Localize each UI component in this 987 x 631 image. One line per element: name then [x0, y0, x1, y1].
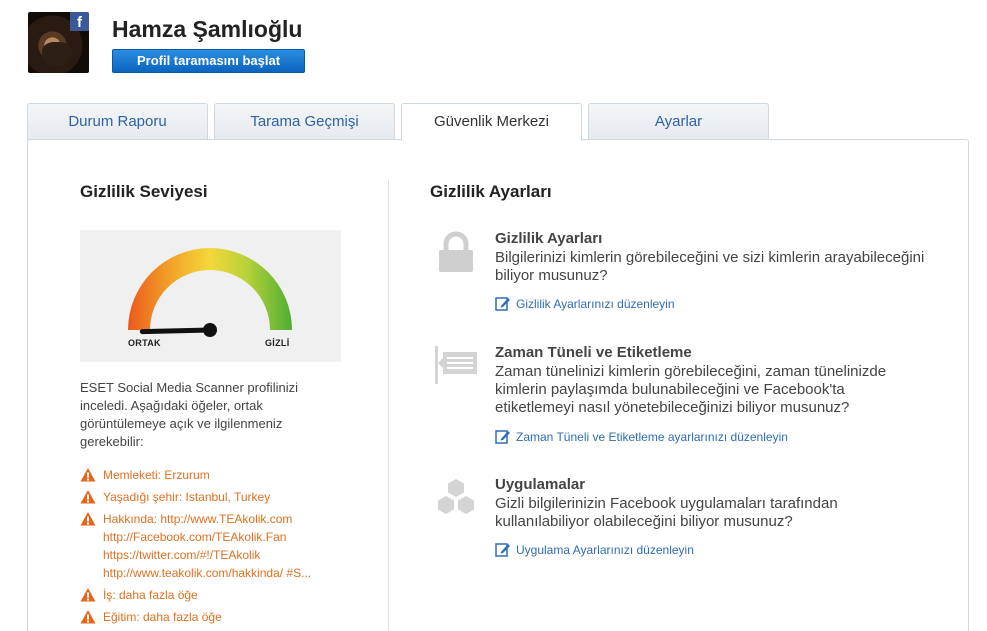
apps-hexagon-icon: [438, 479, 474, 514]
warning-item: Yaşadığı şehir: Istanbul, Turkey: [80, 488, 350, 506]
warning-text: https://twitter.com/#!/TEAkolik: [103, 548, 261, 562]
edit-icon: [495, 297, 510, 311]
gauge-label-public: ORTAK: [128, 338, 161, 348]
warning-item: İş: daha fazla öğe: [80, 586, 350, 604]
edit-timeline-settings-link[interactable]: Zaman Tüneli ve Etiketleme ayarlarınızı …: [495, 429, 788, 444]
warning-item: Eğitim: daha fazla öğe: [80, 608, 350, 626]
edit-link-label: Uygulama Ayarlarınızı düzenleyin: [516, 543, 694, 557]
column-divider: [388, 180, 389, 631]
gauge-needle: [139, 327, 213, 335]
start-scan-button[interactable]: Profil taramasını başlat: [112, 49, 305, 73]
warning-icon: [80, 588, 96, 602]
gauge-arc: [128, 248, 292, 330]
section-description: Gizli bilgilerinizin Facebook uygulamala…: [495, 495, 838, 530]
edit-link-label: Gizlilik Ayarlarınızı düzenleyin: [516, 297, 675, 311]
section-title: Zaman Tüneli ve Etiketleme: [495, 344, 692, 361]
section-description: Zaman tünelinizi kimlerin görebileceğini…: [495, 363, 887, 416]
privacy-gauge: ORTAK GİZLİ: [80, 230, 341, 362]
profile-header: f Hamza Şamlıoğlu Profil taramasını başl…: [28, 12, 948, 76]
gauge-dial: [128, 248, 292, 337]
tab-status-report[interactable]: Durum Raporu: [27, 103, 208, 140]
avatar-image-detail: [42, 42, 72, 66]
tab-scan-history[interactable]: Tarama Geçmişi: [214, 103, 395, 140]
warning-text: İş: daha fazla öğe: [103, 588, 198, 602]
warning-text: Yaşadığı şehir: Istanbul, Turkey: [103, 490, 271, 504]
scan-description: ESET Social Media Scanner profilinizi in…: [80, 380, 298, 449]
edit-app-settings-link[interactable]: Uygulama Ayarlarınızı düzenleyin: [495, 542, 694, 557]
gauge-hub: [203, 323, 217, 337]
timeline-icon: [435, 346, 477, 384]
profile-name: Hamza Şamlıoğlu: [112, 16, 303, 42]
tab-settings[interactable]: Ayarlar: [588, 103, 769, 140]
warning-text: http://www.teakolik.com/hakkinda/ #S...: [103, 566, 312, 580]
section-description: Bilgilerinizi kimlerin görebileceğini ve…: [495, 249, 925, 284]
avatar: f: [28, 12, 89, 73]
warning-item: Memleketi: Erzurum: [80, 466, 350, 484]
privacy-level-title: Gizlilik Seviyesi: [80, 182, 208, 201]
warning-icon: [80, 610, 96, 624]
warning-item: Hakkında: http://www.TEAkolik.com http://…: [80, 510, 350, 582]
edit-icon: [495, 430, 510, 444]
warning-icon: [80, 490, 96, 504]
lock-icon: [439, 231, 473, 272]
warning-list: Memleketi: Erzurum Yaşadığı şehir: Istanb…: [80, 466, 350, 630]
section-title: Uygulamalar: [495, 476, 586, 493]
warning-text: Memleketi: Erzurum: [103, 468, 210, 482]
section-title: Gizlilik Ayarları: [495, 230, 603, 247]
edit-link-label: Zaman Tüneli ve Etiketleme ayarlarınızı …: [516, 430, 788, 444]
security-center-panel: Gizlilik Seviyesi ORTAK GİZLİ ESET Socia…: [27, 139, 969, 631]
warning-text: Hakkında: http://www.TEAkolik.com: [103, 512, 293, 526]
gauge-label-private: GİZLİ: [265, 338, 290, 348]
privacy-settings-title: Gizlilik Ayarları: [430, 182, 552, 201]
edit-icon: [495, 543, 510, 557]
tab-security-center[interactable]: Güvenlik Merkezi: [401, 103, 582, 141]
edit-privacy-settings-link[interactable]: Gizlilik Ayarlarınızı düzenleyin: [495, 296, 675, 311]
warning-text: http://Facebook.com/TEAkolik.Fan: [103, 530, 287, 544]
facebook-icon: f: [70, 12, 89, 31]
warning-text: Eğitim: daha fazla öğe: [103, 610, 222, 624]
warning-icon: [80, 512, 96, 526]
warning-icon: [80, 468, 96, 482]
